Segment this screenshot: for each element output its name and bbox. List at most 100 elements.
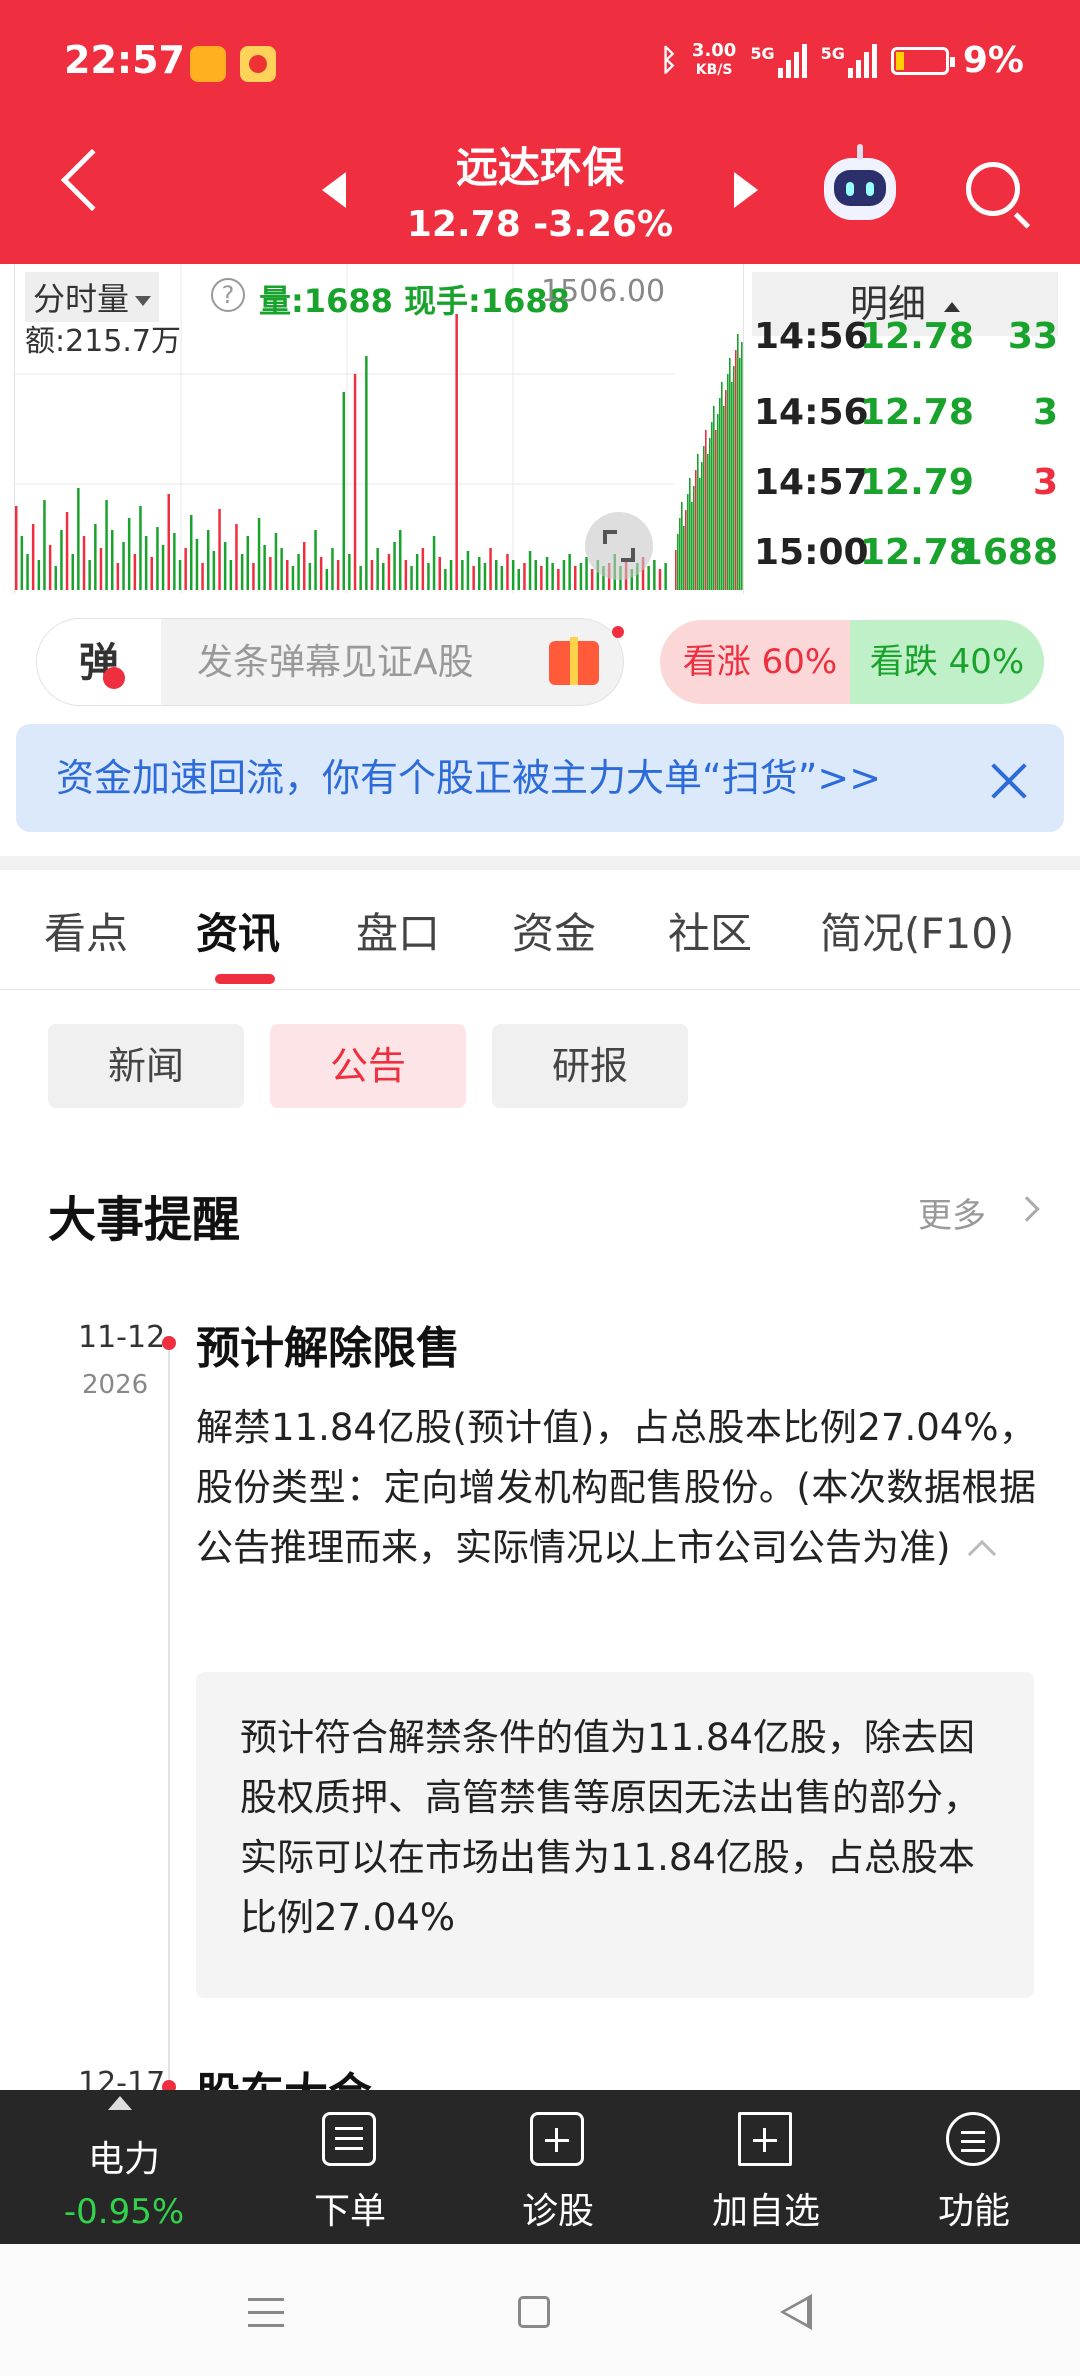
sector-change: -0.95%	[63, 2192, 185, 2232]
tab-community[interactable]: 社区	[668, 900, 752, 961]
chip-research[interactable]: 研报	[492, 1024, 688, 1108]
order-doc-icon	[322, 2112, 376, 2166]
tab-funds[interactable]: 资金	[512, 900, 596, 961]
search-icon[interactable]	[966, 162, 1020, 216]
timeline-dot	[162, 1336, 176, 1350]
close-icon[interactable]	[990, 762, 1028, 800]
volume-bar	[218, 509, 221, 590]
section-title: 大事提醒	[48, 1192, 241, 1248]
volume-bar	[562, 560, 566, 590]
volume-bar	[653, 560, 656, 590]
vote-down-button[interactable]: 看跌 40%	[850, 620, 1044, 704]
closing-volume-bar	[741, 342, 743, 590]
chip-news[interactable]: 新闻	[48, 1024, 244, 1108]
stock-name: 远达环保	[455, 143, 624, 192]
detail-time: 14:56	[754, 316, 869, 357]
volume-bar	[274, 533, 278, 590]
chevron-right-icon[interactable]	[1014, 1196, 1040, 1222]
volume-bar	[353, 374, 357, 590]
diagnose-stock-button[interactable]: 诊股	[458, 2090, 658, 2244]
detail-volume: 3	[1032, 392, 1058, 433]
volume-bar	[308, 563, 312, 590]
functions-button[interactable]: 功能	[874, 2090, 1074, 2244]
fullscreen-icon[interactable]	[585, 512, 653, 580]
volume-bar	[444, 569, 447, 590]
back-nav-icon[interactable]	[780, 2294, 812, 2330]
danmu-input-bar[interactable]: 弹 发条弹幕见证A股	[36, 618, 624, 706]
detail-time: 15:00	[754, 532, 869, 573]
volume-bar	[336, 560, 340, 590]
top-header: 22:57 ᛒ 3.00 KB/S 5G 5G 9% 远达环保 12.78 -3…	[0, 0, 1080, 264]
add-watchlist-button[interactable]: 加自选	[666, 2090, 866, 2244]
closing-volume-bar	[731, 382, 733, 590]
volume-bar	[195, 539, 199, 590]
tab-highlights[interactable]: 看点	[44, 900, 128, 961]
volume-bar	[94, 524, 97, 590]
closing-volume-bar	[713, 406, 715, 590]
volume-bar	[139, 506, 142, 590]
closing-volume-bar	[683, 526, 685, 590]
chevron-up-icon	[944, 301, 960, 312]
volume-bar	[647, 566, 650, 590]
volume-bar	[495, 560, 498, 590]
tab-news[interactable]: 资讯	[196, 900, 280, 961]
ai-assistant-eyes	[846, 182, 874, 196]
detail-time: 14:57	[754, 462, 869, 503]
danmu-placeholder[interactable]: 发条弹幕见证A股	[197, 619, 474, 705]
volume-bar	[500, 566, 504, 590]
volume-bar	[387, 554, 391, 590]
chart-mode-dropdown[interactable]: 分时量	[25, 272, 160, 322]
volume-bar	[212, 551, 216, 590]
event-body-text: 解禁11.84亿股(预计值)，占总股本比例27.04%，股份类型：定向增发机构配…	[196, 1406, 1036, 1569]
chevron-up-icon[interactable]	[968, 1539, 997, 1569]
bluetooth-icon: ᛒ	[659, 43, 678, 78]
promo-banner[interactable]: 资金加速回流，你有个股正被主力大单“扫货”>>	[16, 724, 1064, 832]
expand-up-icon[interactable]	[108, 2096, 132, 2110]
diagnose-icon	[530, 2112, 584, 2166]
status-time: 22:57	[64, 38, 185, 82]
volume-bar	[240, 554, 244, 590]
next-stock-icon[interactable]	[734, 172, 758, 208]
volume-bar	[31, 524, 35, 590]
home-icon[interactable]	[518, 2296, 550, 2328]
intraday-chart[interactable]: 分时量 ? 量:1688 现手:1688 1506.00 额:215.7万	[14, 264, 744, 594]
volume-bar	[178, 560, 182, 590]
place-order-button[interactable]: 下单	[250, 2090, 450, 2244]
volume-bar	[540, 566, 543, 590]
recent-apps-icon[interactable]	[248, 2298, 284, 2328]
diagnose-stock-label: 诊股	[521, 2191, 594, 2232]
volume-bar	[511, 560, 515, 590]
gift-icon[interactable]	[549, 637, 599, 685]
closing-volume-bar	[685, 510, 687, 590]
detail-price: 12.78	[860, 392, 974, 433]
volume-bar	[303, 542, 306, 590]
sector-label[interactable]: 电力	[0, 2130, 248, 2182]
help-icon[interactable]: ?	[211, 278, 245, 312]
danmu-toggle-button[interactable]: 弹	[37, 619, 161, 705]
promo-banner-text[interactable]: 资金加速回流，你有个股正被主力大单“扫货”>>	[56, 724, 881, 832]
closing-volume-bar	[701, 462, 703, 590]
timeline-line	[168, 1340, 170, 2090]
volume-bar	[173, 533, 176, 590]
chip-announcements[interactable]: 公告	[270, 1024, 466, 1108]
menu-icon	[946, 2112, 1000, 2166]
volume-bar	[489, 548, 492, 590]
volume-bar	[167, 494, 170, 590]
volume-bar	[150, 557, 153, 590]
volume-bar	[528, 551, 532, 590]
closing-volume-bar	[677, 534, 679, 590]
vote-up-button[interactable]: 看涨 60%	[660, 620, 860, 704]
closing-volume-bar	[703, 446, 705, 590]
tab-order-book[interactable]: 盘口	[356, 900, 440, 961]
tab-profile-f10[interactable]: 简况(F10)	[820, 900, 1014, 961]
volume-bar	[246, 536, 249, 590]
volume-bar	[263, 545, 266, 590]
price-axis-top: 1506.00	[541, 274, 666, 309]
volume-bar	[506, 554, 509, 590]
more-link[interactable]: 更多	[918, 1188, 986, 1237]
detail-price: 12.79	[860, 462, 974, 503]
volume-bar	[466, 551, 470, 590]
volume-bar	[223, 542, 227, 590]
volume-bar	[461, 560, 464, 590]
volume-bar	[348, 554, 351, 590]
